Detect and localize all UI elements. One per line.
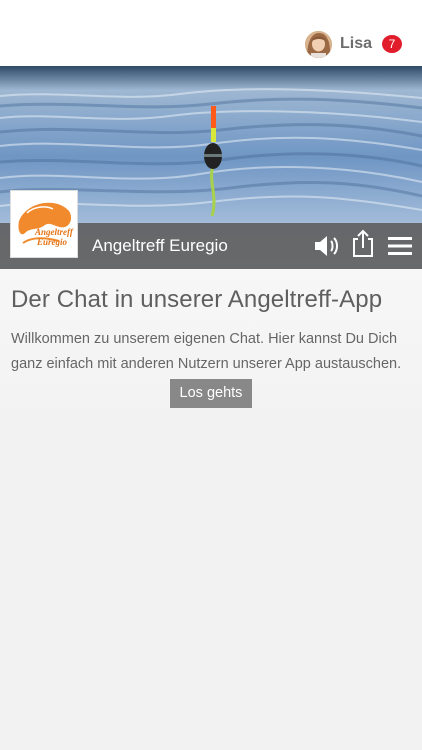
logo-text-2: Euregio [36,237,68,247]
chat-intro: Der Chat in unserer Angeltreff-App Willk… [11,283,411,377]
start-chat-button[interactable]: Los gehts [170,379,252,408]
user-menu[interactable]: Lisa 7 [304,30,402,58]
speaker-icon[interactable] [312,231,342,261]
chat-description: Willkommen zu unserem eigenen Chat. Hier… [11,331,402,372]
app-logo[interactable]: Angeltreff Euregio [10,190,78,258]
notification-badge[interactable]: 7 [382,35,402,53]
hamburger-menu-icon[interactable] [386,231,413,261]
top-bar: Lisa 7 [0,0,422,66]
logo-text-1: Angeltreff [34,227,74,237]
user-name[interactable]: Lisa [340,35,372,53]
page-title: Der Chat in unserer Angeltreff-App [11,286,383,313]
share-icon[interactable] [350,229,376,259]
app-brand-name: Angeltreff Euregio [92,236,228,255]
avatar[interactable] [304,30,332,58]
